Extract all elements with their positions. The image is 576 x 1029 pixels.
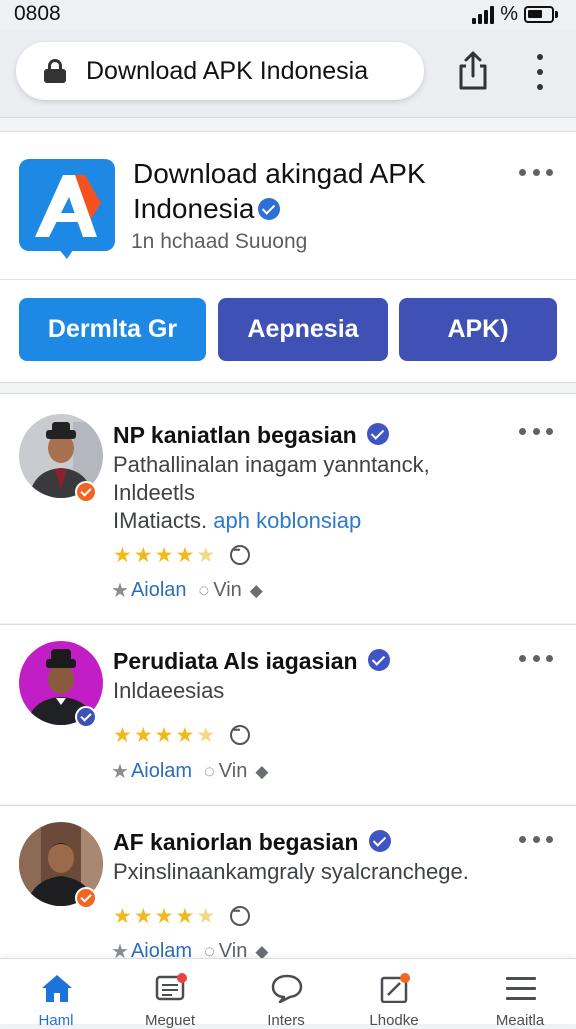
star-icon: ★ (133, 544, 153, 567)
verified-badge-icon (75, 706, 97, 728)
battery-icon (524, 6, 558, 23)
more-options-icon[interactable] (519, 834, 553, 844)
comment-icon[interactable] (230, 725, 250, 745)
comment-icon[interactable]: ◌ (204, 761, 215, 782)
action-label[interactable]: Aiolam (131, 760, 192, 783)
star-empty-icon: ★ (196, 905, 216, 928)
app-subtitle: 1n hchaad Suuong (131, 230, 308, 253)
star-icon: ★ (133, 905, 153, 928)
signal-icon (472, 5, 495, 24)
verified-icon (368, 830, 391, 852)
app-title: Download akingad APK Indonesia (133, 158, 426, 224)
share-icon[interactable] (456, 50, 490, 90)
nav-messages[interactable]: Meguet (120, 959, 220, 1029)
comment-icon[interactable] (230, 906, 250, 926)
star-half-icon: ★ (175, 544, 195, 567)
status-icons: % (472, 3, 558, 26)
chat-bubble-icon (271, 974, 303, 1003)
reviewer-name: AF kaniorlan begasian (113, 829, 391, 856)
star-icon: ★ (113, 724, 132, 747)
star-icon: ★ (175, 905, 195, 928)
star-icon: ★ (113, 544, 132, 567)
star-icon: ★ (133, 724, 153, 747)
message-icon (155, 973, 187, 1001)
action-label[interactable]: Aiolan (131, 579, 187, 602)
nav-home[interactable]: Haml (6, 959, 106, 1029)
star-outline-icon[interactable]: ★ (111, 759, 129, 784)
star-icon: ★ (154, 905, 174, 928)
aepnesia-button[interactable]: Aepnesia (218, 298, 388, 361)
app-card: Download akingad APK Indonesia 1n hchaad… (0, 131, 576, 383)
divider (0, 279, 576, 280)
star-outline-icon[interactable]: ★ (111, 578, 129, 603)
star-icon: ★ (175, 724, 195, 747)
address-bar[interactable]: Download APK Indonesia (16, 42, 424, 100)
review-text: Pxinslinaankamgraly syalcranchege. (113, 859, 469, 884)
more-options-icon[interactable] (519, 653, 553, 663)
comment-icon[interactable] (230, 545, 250, 565)
review-text: Pathallinalan inagam yanntanck, (113, 452, 430, 477)
star-icon: ★ (113, 905, 132, 928)
tag-icon[interactable]: ◆ (250, 581, 263, 601)
reviewer-name: NP kaniatlan begasian (113, 422, 390, 449)
verified-icon (258, 198, 281, 220)
nav-label: Haml (38, 1012, 74, 1029)
review-text: IMatiacts. aph koblonsiap (113, 508, 362, 533)
more-vert-icon[interactable] (528, 54, 552, 90)
bottom-navigation: Haml Meguet Inters Lhodke Meaitla (0, 958, 576, 1029)
verified-icon (367, 423, 390, 445)
rating-stars: ★ ★ ★ ★ ★ (113, 725, 215, 746)
address-text: Download APK Indonesia (86, 56, 369, 85)
nav-lhodke[interactable]: Lhodke (344, 959, 444, 1029)
review-text: Inldaeesias (113, 678, 225, 703)
star-icon: ★ (154, 544, 174, 567)
action-vin[interactable]: Vin (213, 579, 242, 602)
menu-icon (506, 977, 536, 1000)
rating-stars: ★ ★ ★ ★ ★ (113, 545, 215, 566)
nav-menu[interactable]: Meaitla (470, 959, 570, 1029)
comment-icon[interactable]: ◌ (199, 580, 210, 601)
review-link[interactable]: aph koblonsiap (213, 508, 361, 533)
review-item: AF kaniorlan begasian Pxinslinaankamgral… (0, 805, 576, 963)
app-logo-icon (19, 159, 115, 259)
dermlta-button[interactable]: Dermlta Gr (19, 298, 206, 361)
lock-icon (44, 59, 66, 83)
star-empty-icon: ★ (196, 544, 216, 567)
reviewer-name: Perudiata Als iagasian (113, 648, 390, 675)
status-bar: 0808 % (0, 0, 576, 30)
review-actions: ★ Aiolan ◌ Vin ◆ (111, 578, 263, 603)
action-vin[interactable]: Vin (219, 760, 248, 783)
more-options-icon[interactable] (519, 167, 553, 177)
status-time: 0808 (14, 2, 61, 25)
star-icon: ★ (154, 724, 174, 747)
review-text: Inldeetls (113, 480, 195, 505)
star-empty-icon: ★ (196, 724, 216, 747)
battery-percent: % (500, 3, 518, 25)
tag-icon[interactable]: ◆ (255, 762, 268, 782)
nav-label: Lhodke (369, 1012, 419, 1029)
home-icon (42, 975, 72, 1002)
more-options-icon[interactable] (519, 426, 553, 436)
browser-toolbar: Download APK Indonesia (0, 30, 576, 118)
review-actions: ★ Aiolam ◌ Vin ◆ (111, 759, 268, 784)
nav-label: Inters (267, 1012, 305, 1029)
rating-stars: ★ ★ ★ ★ ★ (113, 906, 215, 927)
verified-badge-icon (75, 481, 97, 503)
bookmark-icon (380, 973, 410, 1003)
nav-label: Meaitla (495, 1012, 545, 1029)
review-item: NP kaniatlan begasian Pathallinalan inag… (0, 393, 576, 623)
nav-label: Meguet (144, 1012, 196, 1029)
apk-button[interactable]: APK) (399, 298, 557, 361)
verified-badge-icon (75, 887, 97, 909)
verified-icon (367, 649, 390, 671)
review-item: Perudiata Als iagasian Inldaeesias ★ ★ ★ ★ ★… (0, 624, 576, 804)
nav-inters[interactable]: Inters (236, 959, 336, 1029)
